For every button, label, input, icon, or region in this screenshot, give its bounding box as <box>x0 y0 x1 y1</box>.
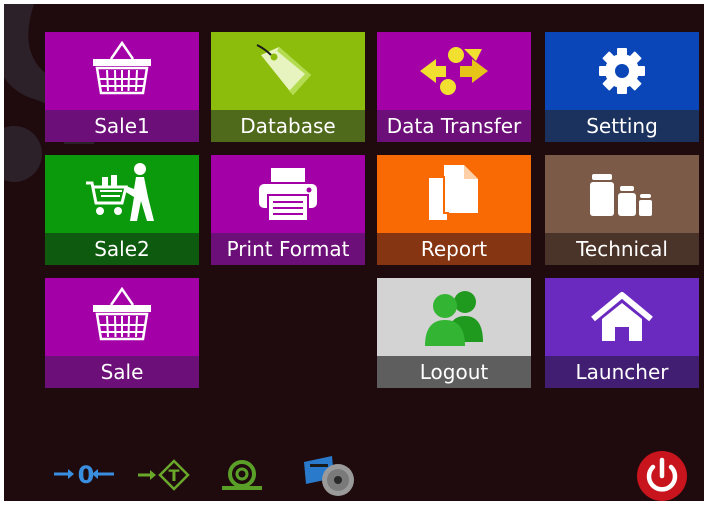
tile-logout[interactable]: Logout <box>377 278 531 388</box>
paper-roll-icon[interactable] <box>218 458 264 492</box>
power-icon[interactable] <box>636 450 688 501</box>
tile-label: Sale2 <box>45 233 199 265</box>
tile-label: Sale <box>45 356 199 388</box>
tile-bg <box>45 32 199 110</box>
printer-icon <box>259 168 317 220</box>
tile-label: Technical <box>545 233 699 265</box>
tile-label: Data Transfer <box>377 110 531 142</box>
home-screen: Sale1 Database Data Transfer Setting Sal… <box>4 4 704 501</box>
tile-sale1[interactable]: Sale1 <box>45 32 199 142</box>
tare-icon[interactable]: T <box>136 459 192 491</box>
cart-person-icon <box>86 163 154 221</box>
tile-label: Report <box>377 233 531 265</box>
tile-setting[interactable]: Setting <box>545 32 699 142</box>
tile-label: Sale1 <box>45 110 199 142</box>
tile-launcher[interactable]: Launcher <box>545 278 699 388</box>
weights-icon <box>590 174 652 216</box>
tile-report[interactable]: Report <box>377 155 531 265</box>
basket-icon <box>93 287 151 341</box>
tare-label: T <box>169 466 180 485</box>
documents-icon <box>427 165 478 222</box>
transfer-arrows-icon <box>420 47 488 95</box>
home-icon <box>591 292 653 341</box>
svg-text:0: 0 <box>78 461 95 489</box>
users-icon <box>425 291 483 346</box>
tag-icon <box>256 44 311 95</box>
tile-label: Setting <box>545 110 699 142</box>
basket-icon <box>93 41 151 95</box>
tile-database[interactable]: Database <box>211 32 365 142</box>
tile-label: Launcher <box>545 356 699 388</box>
zero-icon[interactable]: 0 <box>52 459 120 489</box>
tile-technical[interactable]: Technical <box>545 155 699 265</box>
tile-label: Print Format <box>211 233 365 265</box>
tile-label: Database <box>211 110 365 142</box>
tile-sale2[interactable]: Sale2 <box>45 155 199 265</box>
tile-data-transfer[interactable]: Data Transfer <box>377 32 531 142</box>
printer-roll-icon[interactable] <box>302 454 358 500</box>
gear-icon <box>599 48 645 94</box>
tile-sale[interactable]: Sale <box>45 278 199 388</box>
tile-print-format[interactable]: Print Format <box>211 155 365 265</box>
tile-label: Logout <box>377 356 531 388</box>
